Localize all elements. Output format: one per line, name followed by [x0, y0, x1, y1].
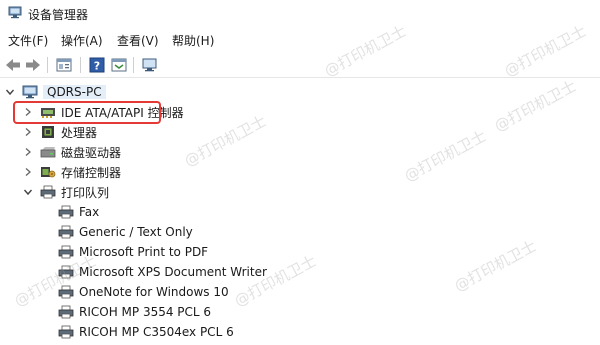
tree-category-processor[interactable]: 处理器	[22, 122, 97, 142]
chevron-right-icon[interactable]	[22, 166, 34, 178]
printer-icon	[58, 205, 74, 219]
computer-icon	[22, 85, 38, 99]
window-title: 设备管理器	[28, 8, 89, 22]
tree-category-disk[interactable]: 磁盘驱动器	[22, 142, 121, 162]
print-queue-item[interactable]: Microsoft Print to PDF	[58, 242, 208, 262]
disk-drive-icon	[40, 147, 56, 158]
tree-category-label: 存储控制器	[61, 165, 122, 180]
menu-help[interactable]: 帮助(H)	[172, 32, 214, 49]
title-bar: 设备管理器	[0, 0, 600, 26]
printer-icon	[58, 285, 74, 299]
chevron-down-icon[interactable]	[22, 186, 34, 198]
scan-hardware-icon[interactable]	[141, 56, 159, 74]
print-queue-item-label: Generic / Text Only	[79, 225, 193, 239]
toolbar-separator	[133, 57, 134, 73]
help-icon[interactable]: ?	[88, 56, 106, 74]
tree-category-label: 处理器	[61, 125, 98, 140]
print-queue-item[interactable]: Generic / Text Only	[58, 222, 193, 242]
update-driver-icon[interactable]	[110, 56, 128, 74]
tree-root-label: QDRS-PC	[43, 85, 106, 99]
print-queue-item-label: OneNote for Windows 10	[79, 285, 229, 299]
device-manager-icon	[8, 6, 22, 19]
printer-icon	[58, 245, 74, 259]
print-queue-item-label: RICOH MP C3504ex PCL 6	[79, 325, 234, 339]
printer-icon	[58, 305, 74, 319]
print-queue-item-label: Microsoft Print to PDF	[79, 245, 209, 259]
tree-category-label: 打印队列	[61, 185, 110, 200]
toolbar-separator	[47, 57, 48, 73]
chevron-right-icon[interactable]	[22, 146, 34, 158]
printer-queue-icon	[40, 185, 56, 199]
tree-root[interactable]: QDRS-PC	[4, 82, 106, 102]
printer-icon	[58, 225, 74, 239]
print-queue-highlight-box	[13, 101, 161, 124]
processor-icon	[42, 126, 54, 138]
print-queue-item-label: Fax	[79, 205, 100, 219]
menu-action[interactable]: 操作(A)	[61, 32, 103, 49]
menu-view[interactable]: 查看(V)	[117, 32, 159, 49]
print-queue-item[interactable]: Microsoft XPS Document Writer	[58, 262, 267, 282]
tree-category-storage[interactable]: 存储控制器	[22, 162, 121, 182]
storage-controller-icon	[41, 167, 56, 178]
tree-category-label: 磁盘驱动器	[61, 145, 122, 160]
print-queue-item-label: Microsoft XPS Document Writer	[79, 265, 267, 279]
svg-text:?: ?	[94, 60, 100, 73]
tree-category-print-queue[interactable]: 打印队列	[22, 182, 109, 202]
chevron-right-icon[interactable]	[22, 126, 34, 138]
print-queue-item-label: RICOH MP 3554 PCL 6	[79, 305, 212, 319]
menu-bar: 文件(F) 操作(A) 查看(V) 帮助(H)	[0, 28, 600, 50]
print-queue-item[interactable]: Fax	[58, 202, 99, 222]
menu-file[interactable]: 文件(F)	[8, 32, 48, 49]
printer-icon	[58, 265, 74, 279]
chevron-down-icon[interactable]	[4, 86, 16, 98]
toolbar: ?	[0, 52, 600, 78]
properties-icon[interactable]	[55, 56, 73, 74]
printer-icon	[58, 325, 74, 339]
forward-arrow-icon[interactable]	[24, 56, 42, 74]
back-arrow-icon[interactable]	[4, 56, 22, 74]
print-queue-item[interactable]: RICOH MP C3504ex PCL 6	[58, 322, 234, 342]
print-queue-item[interactable]: RICOH MP 3554 PCL 6	[58, 302, 211, 322]
toolbar-separator	[80, 57, 81, 73]
print-queue-item[interactable]: OneNote for Windows 10	[58, 282, 229, 302]
